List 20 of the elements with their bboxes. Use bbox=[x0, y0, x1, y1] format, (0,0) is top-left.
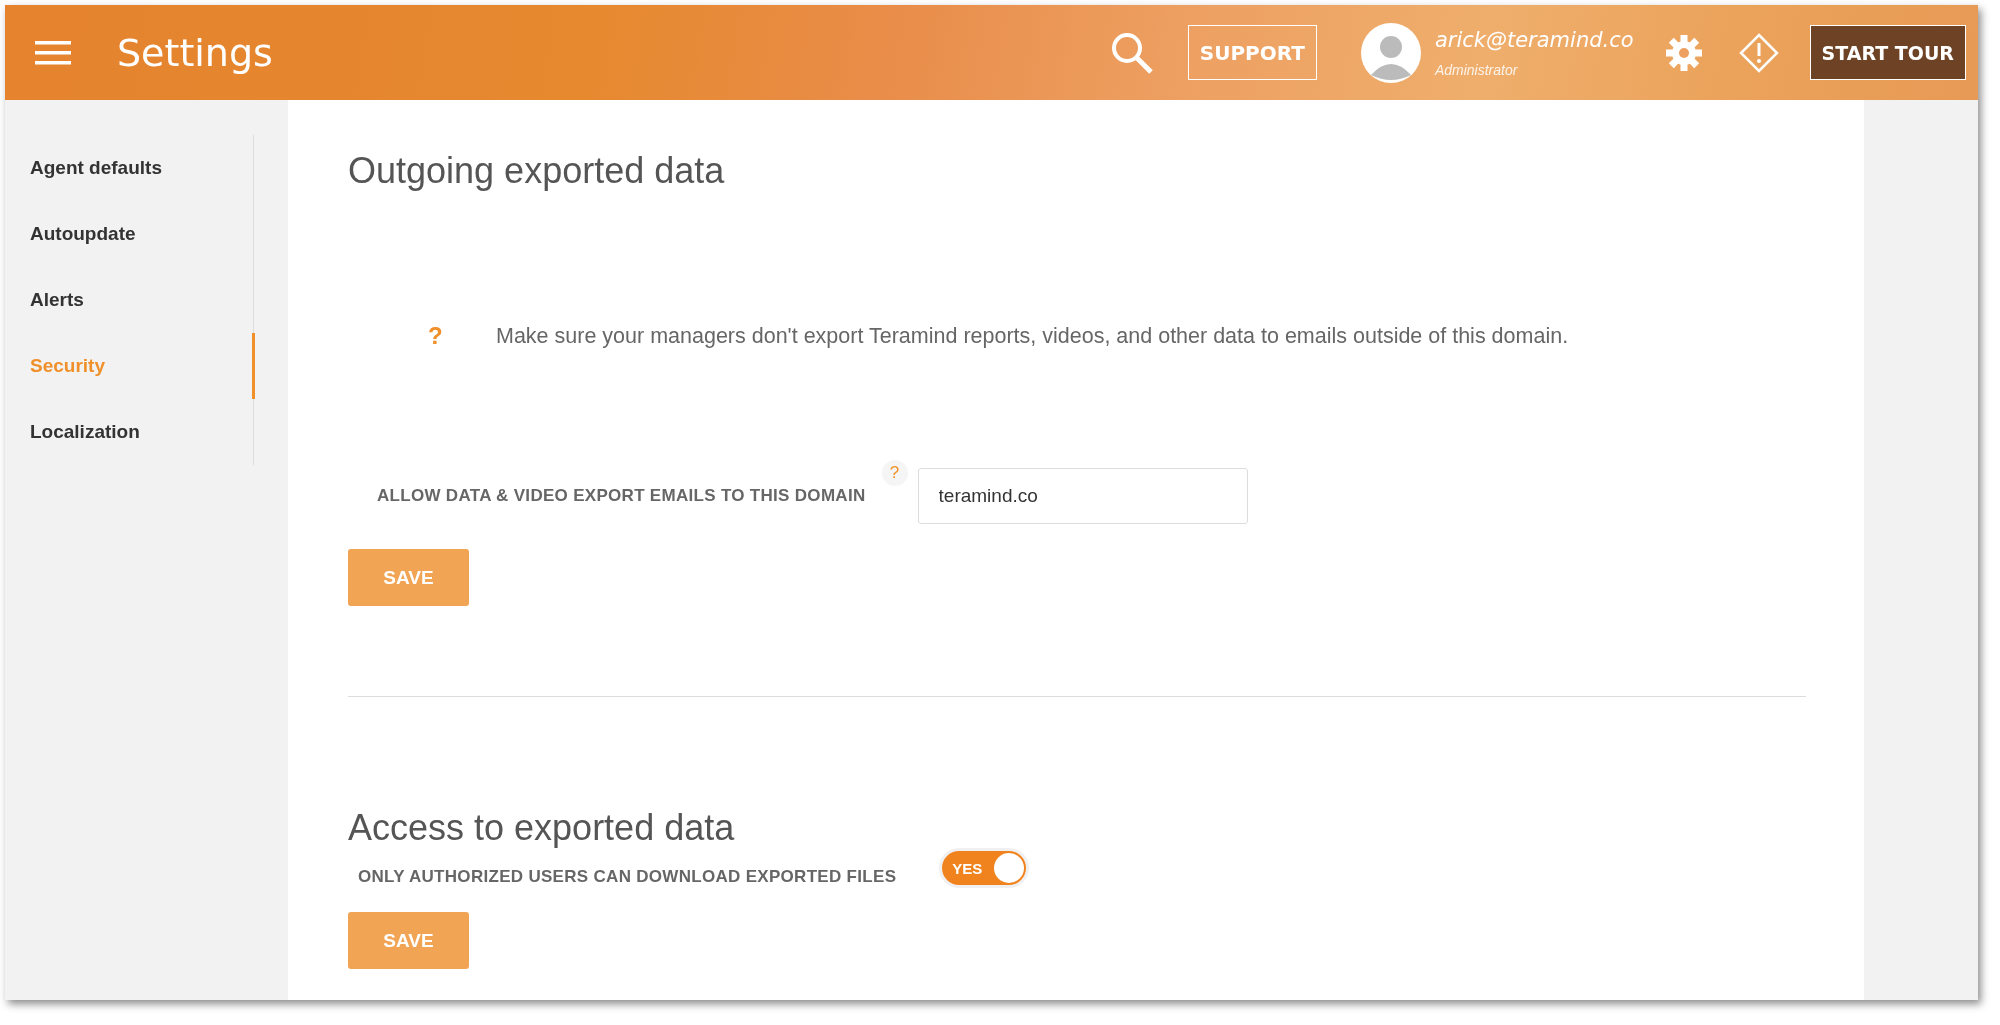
sidebar-item[interactable]: Agent defaults bbox=[5, 135, 255, 201]
sidebar-item[interactable]: Autoupdate bbox=[5, 201, 255, 267]
user-role: Administrator bbox=[1434, 61, 1519, 78]
avatar-icon[interactable] bbox=[1360, 22, 1421, 83]
help-icon: ? bbox=[428, 322, 496, 350]
menu-icon[interactable] bbox=[35, 39, 71, 66]
help-text: Make sure your managers don't export Teramind reports, videos, and other data to emails outside of this domain. bbox=[496, 323, 1569, 349]
section-title: Access to exported data bbox=[348, 807, 736, 849]
sidebar-item[interactable]: Alerts bbox=[5, 267, 255, 333]
sidebar-item[interactable]: Localization bbox=[5, 399, 255, 465]
domain-field[interactable]: teramind.co bbox=[917, 468, 1248, 524]
section-title: Outgoing exported data bbox=[348, 150, 726, 192]
search-icon[interactable] bbox=[1109, 30, 1154, 75]
warning-icon[interactable] bbox=[1737, 31, 1780, 74]
settings-icon[interactable] bbox=[1663, 32, 1704, 73]
field-label: ALLOW DATA & VIDEO EXPORT EMAILS TO THIS DOMAIN bbox=[377, 486, 866, 506]
page-title: Settings bbox=[117, 30, 273, 75]
start-tour-button[interactable]: START TOUR bbox=[1809, 25, 1966, 80]
toggle-label: ONLY AUTHORIZED USERS CAN DOWNLOAD EXPORTED FILES bbox=[358, 867, 897, 887]
user-email: arick@teramind.co bbox=[1434, 27, 1634, 52]
